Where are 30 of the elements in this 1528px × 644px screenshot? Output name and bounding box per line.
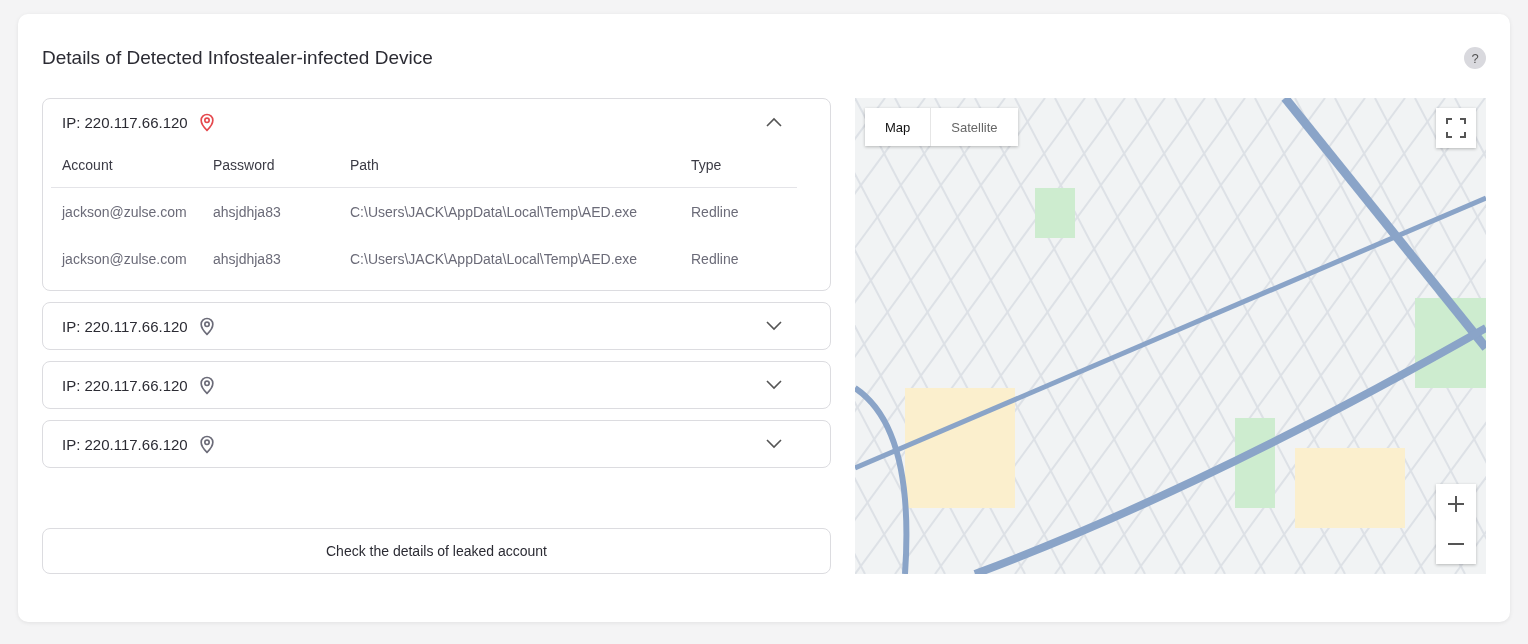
- ip-address: IP: 220.117.66.120: [62, 317, 188, 335]
- zoom-in-button[interactable]: [1436, 484, 1476, 524]
- fullscreen-icon: [1446, 118, 1466, 138]
- chevron-down-icon[interactable]: [766, 321, 782, 331]
- table-cell-text: jackson@zulse.com: [60, 250, 188, 269]
- column-header: Account: [51, 145, 202, 188]
- table-cell-text: ahsjdhja83: [212, 250, 282, 269]
- map-type-tab[interactable]: Map: [865, 108, 932, 146]
- column-header: Password: [202, 145, 339, 188]
- chevron-up-icon[interactable]: [766, 117, 782, 127]
- check-details-button[interactable]: Check the details of leaked account: [42, 528, 831, 574]
- table-cell: C:\Users\JACK\AppData\Local\Temp\AED.exe: [339, 187, 680, 235]
- table-cell: jackson@zulse.com: [51, 187, 202, 235]
- column-header: Path: [339, 145, 680, 188]
- plus-icon: [1448, 496, 1464, 512]
- ip-address: IP: 220.117.66.120: [62, 113, 188, 131]
- fullscreen-button[interactable]: [1436, 108, 1476, 148]
- column-header: Type: [680, 145, 797, 188]
- chevron-down-icon[interactable]: [766, 439, 782, 449]
- panel-title: Details of Detected Infostealer-infected Device: [42, 47, 433, 69]
- minus-icon: [1448, 543, 1464, 545]
- table-cell-text: C:\Users\JACK\AppData\Local\Temp\AED.exe: [349, 250, 639, 269]
- ip-address: IP: 220.117.66.120: [62, 376, 188, 394]
- chevron-down-icon[interactable]: [766, 380, 782, 390]
- table-cell: Redline: [680, 187, 797, 235]
- help-button[interactable]: ?: [1464, 47, 1486, 69]
- ip-address: IP: 220.117.66.120: [62, 435, 188, 453]
- table-cell: ahsjdhja83: [202, 187, 339, 235]
- table-cell-text: Redline: [690, 250, 740, 269]
- map-type-tab[interactable]: Satellite: [931, 108, 1018, 146]
